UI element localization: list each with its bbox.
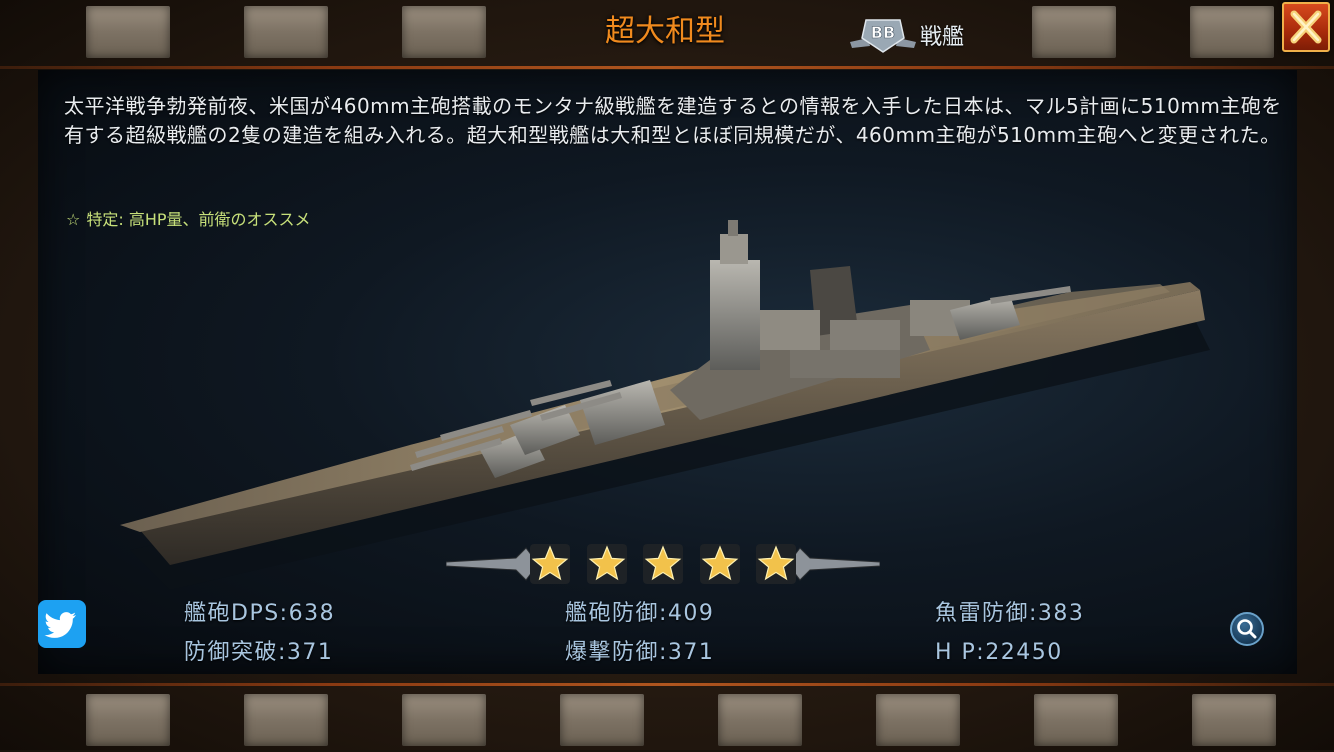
magnifier-icon (1237, 619, 1257, 639)
gold-star-icon (586, 544, 627, 584)
film-hole (402, 694, 486, 746)
twitter-icon (44, 612, 76, 638)
rating-stars (528, 540, 798, 588)
gold-star-icon (699, 544, 740, 584)
film-hole (86, 694, 170, 746)
stat-gun-defense: 艦砲防御:409 (565, 601, 715, 626)
ship-class-title: 超大和型 (605, 14, 725, 49)
film-hole (244, 694, 328, 746)
film-hole (86, 6, 170, 58)
frame-edge-top (0, 66, 1334, 69)
film-hole (876, 694, 960, 746)
stat-bomb-defense: 爆撃防御:371 (565, 640, 715, 665)
frame-edge-bottom (0, 683, 1334, 686)
film-hole (402, 6, 486, 58)
ship-description: 太平洋戦争勃発前夜、米国が460mm主砲搭載のモンタナ級戦艦を建造するとの情報を… (64, 94, 1282, 147)
ship-type-label: 戦艦 (920, 25, 965, 50)
gold-star-icon (643, 544, 683, 584)
gold-star-icon (756, 544, 796, 584)
close-x-icon (1290, 10, 1322, 44)
battleship-type-badge: BB (850, 19, 916, 53)
film-hole (1190, 6, 1274, 58)
stat-gun-dps: 艦砲DPS:638 (184, 601, 336, 626)
film-hole (1192, 694, 1276, 746)
star-rating (446, 536, 880, 592)
star-outline-icon: ☆ (66, 210, 81, 229)
close-button[interactable] (1282, 2, 1330, 52)
film-hole (244, 6, 328, 58)
stat-torpedo-defense: 魚雷防御:383 (935, 601, 1085, 626)
stat-defense-break: 防御突破:371 (184, 640, 334, 665)
rating-wing-right (787, 547, 880, 581)
stat-hp: H P:22450 (935, 640, 1063, 665)
film-strip-bottom (0, 688, 1334, 752)
gold-star-icon (530, 544, 570, 584)
film-hole (1032, 6, 1116, 58)
twitter-share-button[interactable] (38, 600, 86, 648)
film-hole (718, 694, 802, 746)
zoom-button[interactable] (1230, 612, 1264, 646)
film-hole (1034, 694, 1118, 746)
film-hole (560, 694, 644, 746)
badge-text: BB (871, 23, 895, 42)
ship-hull (140, 290, 1205, 565)
